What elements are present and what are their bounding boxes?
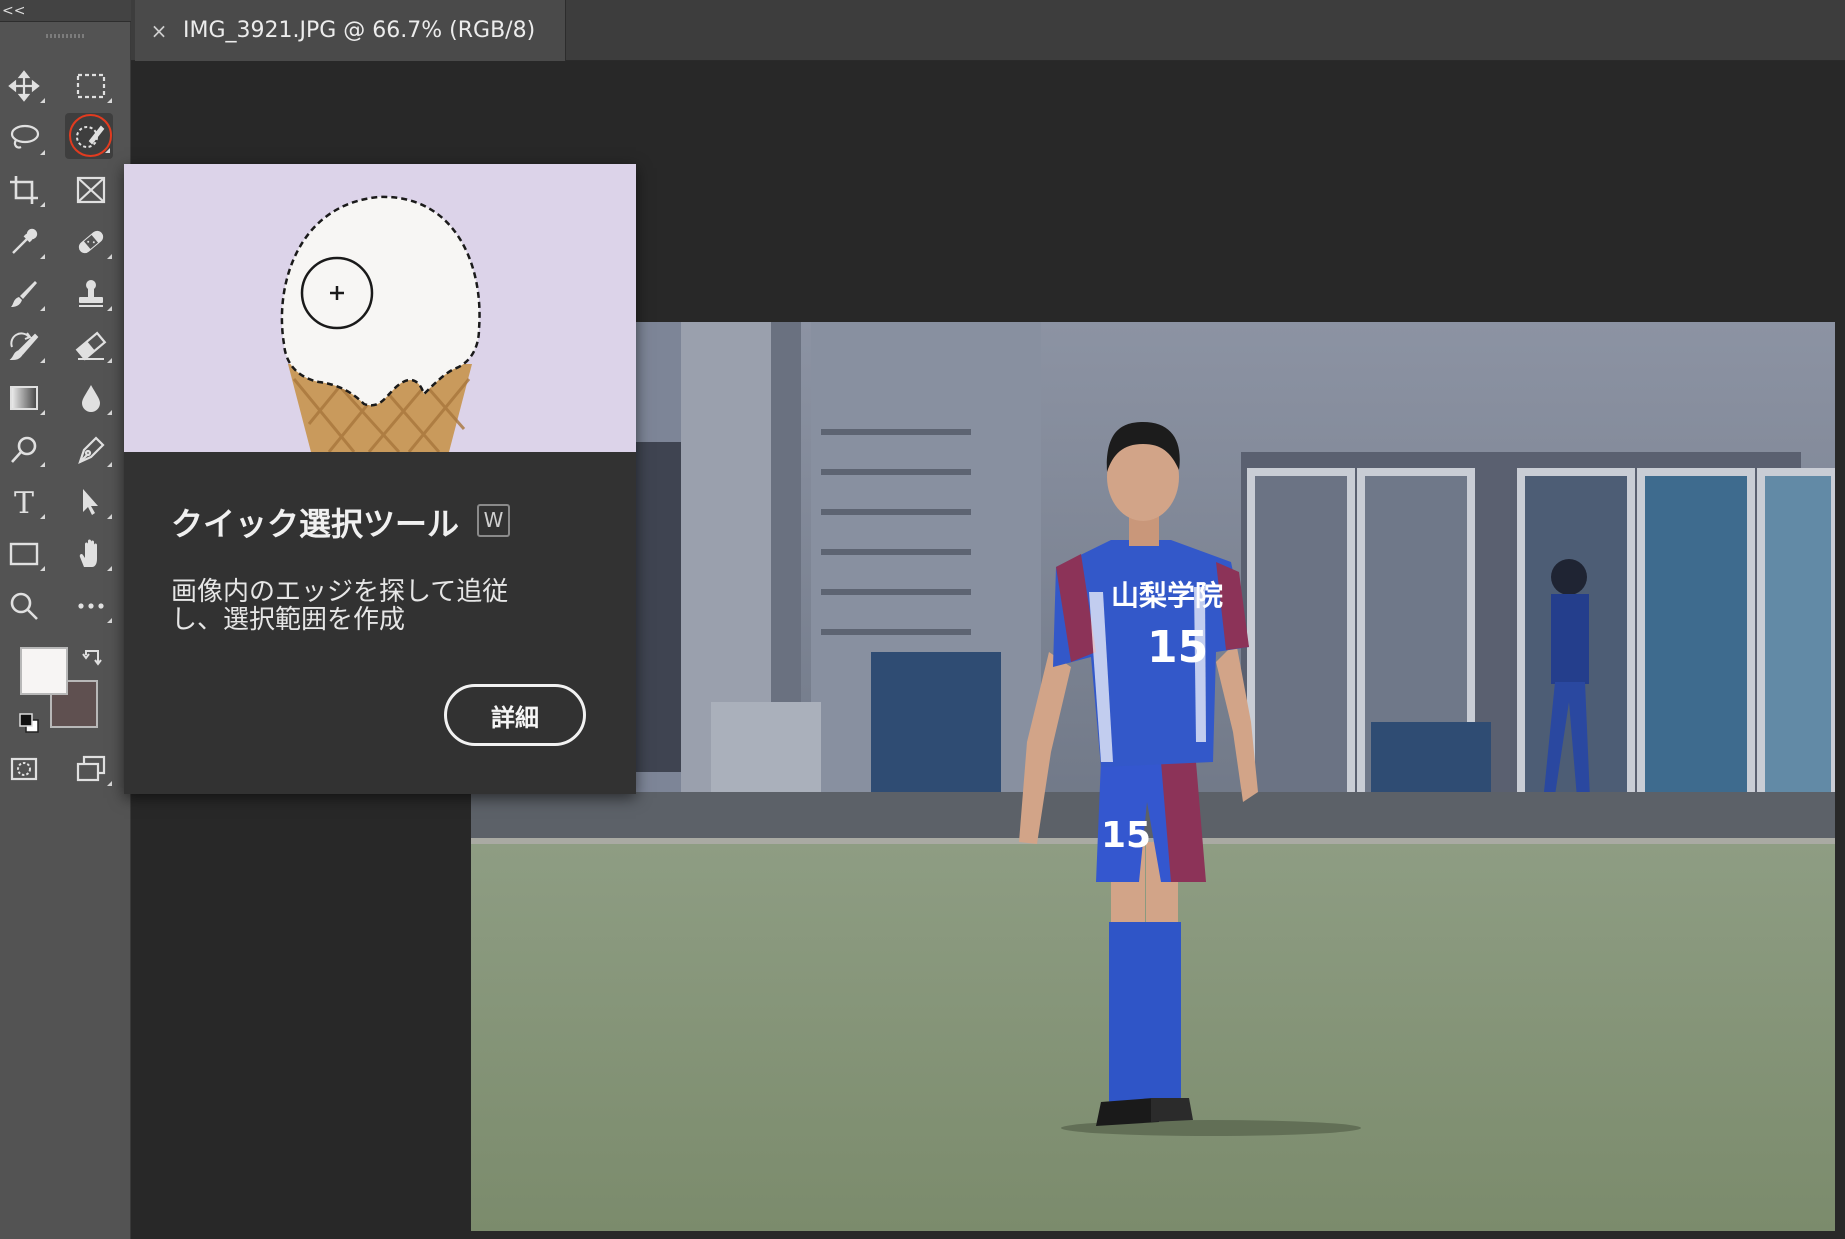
eyedropper-icon (12, 228, 38, 254)
quick-mask-mode[interactable] (0, 746, 48, 792)
lasso-icon (10, 124, 40, 149)
collapse-panel-button[interactable]: << (0, 0, 131, 22)
blur-tool[interactable] (67, 375, 115, 421)
swap-colors-icon[interactable] (82, 647, 104, 669)
tooltip-description: 画像内のエッジを探して追従し、選択範囲を作成 (171, 577, 509, 635)
screen-mode[interactable] (67, 746, 115, 792)
lasso-tool[interactable] (0, 115, 48, 161)
drop-icon (82, 385, 100, 412)
svg-text:T: T (14, 486, 34, 519)
brush-tool[interactable] (0, 271, 48, 317)
frame-tool[interactable] (67, 167, 115, 213)
zoom-icon (10, 592, 38, 620)
history-brush-icon (9, 332, 39, 361)
ice-cream-illustration (124, 164, 636, 452)
gradient-tool[interactable] (0, 375, 48, 421)
crop-tool[interactable] (0, 167, 48, 213)
tooltip-title: クイック選択ツール (171, 505, 460, 543)
shorts-number: 15 (1101, 815, 1151, 856)
clone-stamp-tool[interactable] (67, 271, 115, 317)
eraser-icon (75, 331, 107, 361)
rectangle-icon (9, 542, 39, 566)
more-icon (78, 603, 104, 609)
shortcut-key-badge: W (477, 504, 510, 537)
move-icon (8, 70, 40, 102)
zoom-tool[interactable] (0, 583, 48, 629)
marquee-icon (76, 73, 106, 99)
brush-icon (11, 281, 37, 307)
quick-selection-icon (76, 125, 105, 148)
screen-mode-icon (76, 755, 106, 782)
bandage-icon (78, 230, 104, 254)
arrow-icon (83, 489, 98, 515)
gradient-icon (10, 386, 38, 410)
pen-icon (78, 436, 105, 465)
rectangular-marquee-tool[interactable] (67, 63, 115, 109)
type-tool[interactable]: T (0, 479, 48, 525)
type-icon: T (14, 486, 34, 519)
tab-close-button[interactable]: × (141, 19, 177, 43)
document-tab-bar: × IMG_3921.JPG @ 66.7% (RGB/8) (131, 0, 1845, 61)
quick-selection-tool[interactable] (65, 113, 113, 159)
jersey-number: 15 (1147, 622, 1208, 673)
move-tool[interactable] (0, 63, 48, 109)
document-title: IMG_3921.JPG @ 66.7% (RGB/8) (183, 18, 536, 43)
stamp-icon (79, 280, 103, 307)
jersey-text: 山梨学院 (1111, 579, 1223, 612)
tools-panel: << T (0, 0, 131, 1239)
learn-more-button[interactable]: 詳細 (444, 684, 586, 746)
history-brush-tool[interactable] (0, 323, 48, 369)
hand-tool[interactable] (67, 531, 115, 577)
frame-icon (76, 176, 106, 204)
eyedropper-tool[interactable] (0, 219, 48, 265)
quick-mask-icon (10, 757, 38, 781)
foreground-color-swatch[interactable] (20, 647, 68, 695)
dodge-tool[interactable] (0, 427, 48, 473)
default-colors-icon[interactable] (18, 712, 40, 734)
tool-tooltip: クイック選択ツール W 画像内のエッジを探して追従し、選択範囲を作成 詳細 (124, 164, 636, 794)
crop-icon (10, 176, 38, 204)
eraser-tool[interactable] (67, 323, 115, 369)
document-canvas[interactable]: 15 山梨学院 15 (471, 322, 1835, 1231)
photo-image: 15 山梨学院 15 (471, 322, 1835, 1231)
pen-tool[interactable] (67, 427, 115, 473)
rectangle-tool[interactable] (0, 531, 48, 577)
spot-healing-tool[interactable] (67, 219, 115, 265)
hand-icon (79, 539, 97, 567)
dodge-icon (11, 436, 37, 463)
path-selection-tool[interactable] (67, 479, 115, 525)
document-tab[interactable]: × IMG_3921.JPG @ 66.7% (RGB/8) (135, 0, 566, 61)
panel-grip[interactable] (46, 34, 84, 38)
edit-toolbar[interactable] (67, 583, 115, 629)
